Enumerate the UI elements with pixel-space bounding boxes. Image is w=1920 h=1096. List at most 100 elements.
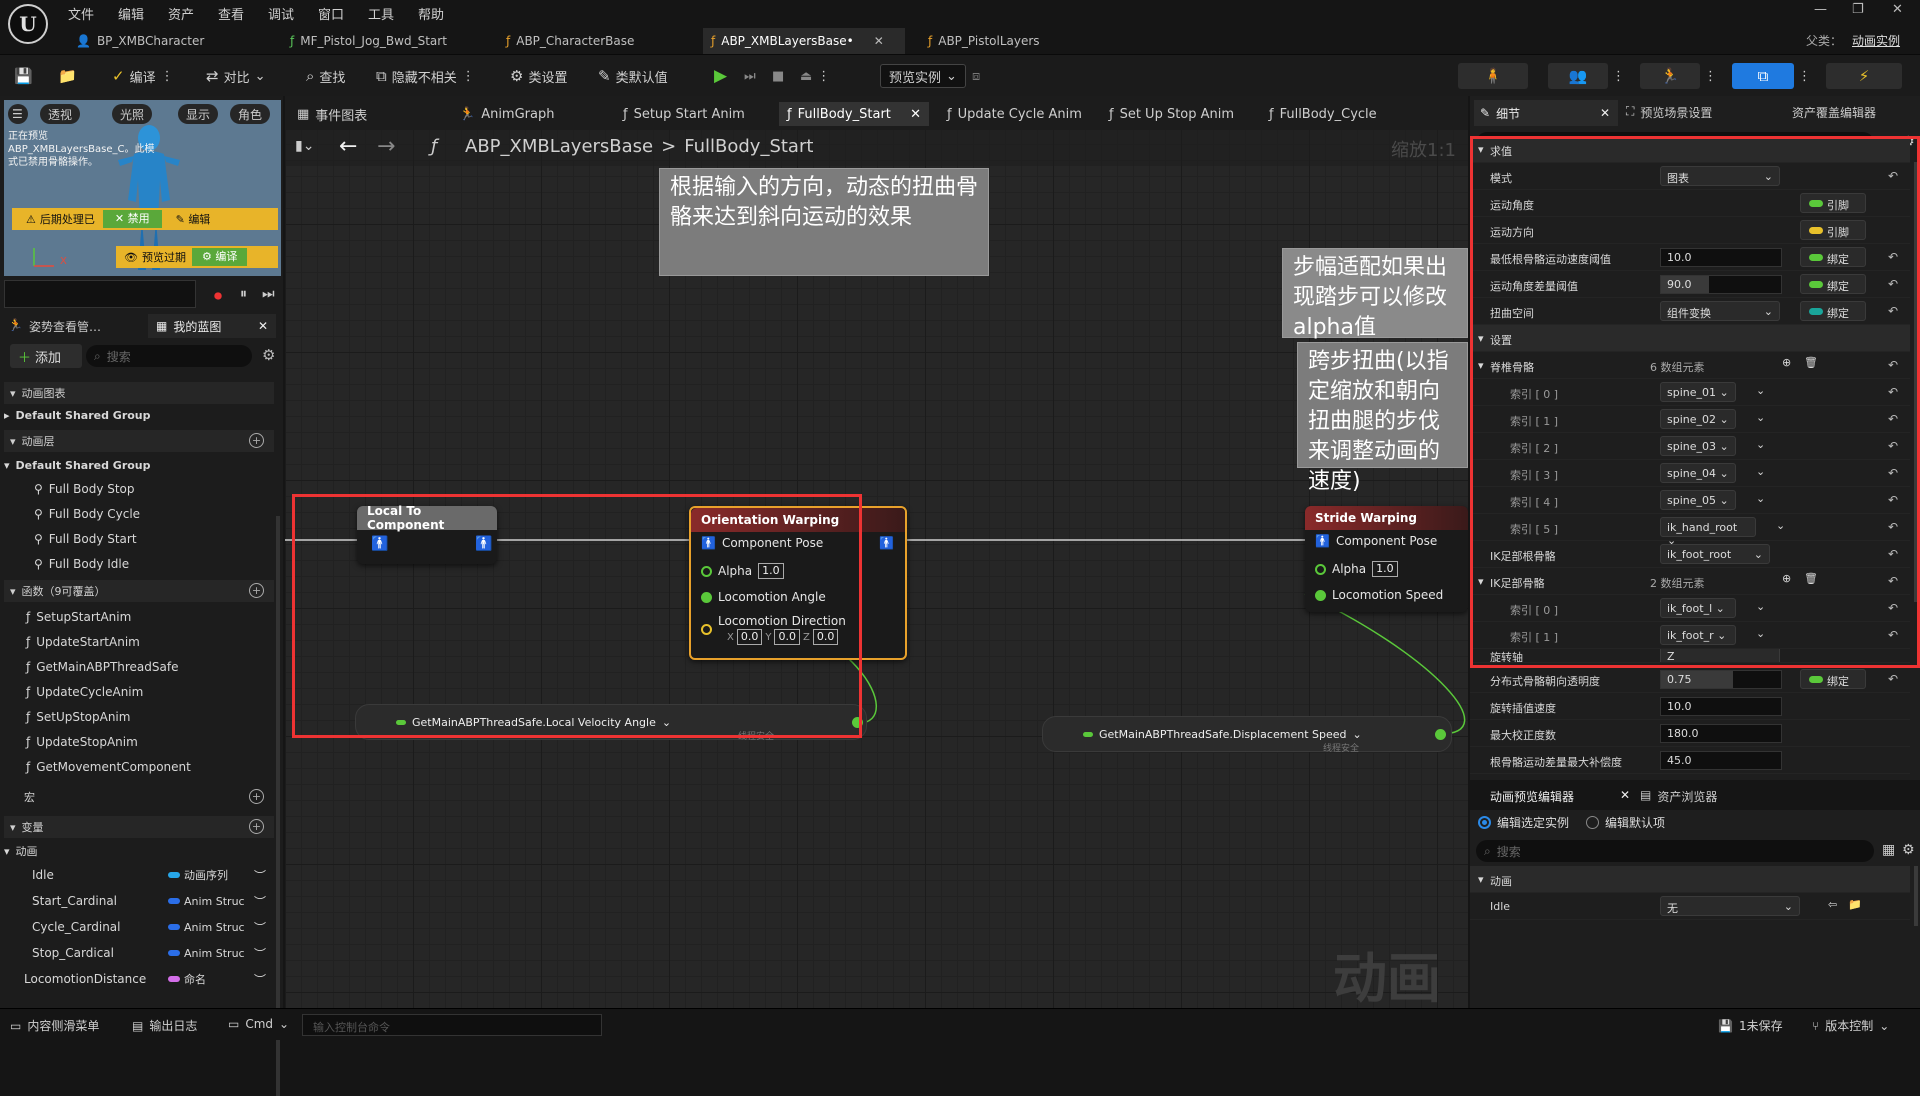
doc-tab-bp-xmbcharacter[interactable]: 👤 BP_XMBCharacter: [68, 28, 212, 54]
table-view-icon[interactable]: ▦: [1882, 842, 1895, 858]
timeline-bar[interactable]: [4, 280, 196, 308]
perspective-button[interactable]: 透视: [40, 104, 81, 124]
menu-edit[interactable]: 编辑: [118, 4, 144, 23]
add-layer-icon[interactable]: +: [249, 433, 264, 448]
section-variables[interactable]: ▾ 变量 +: [4, 816, 274, 838]
class-settings-button[interactable]: ⚙ 类设置: [510, 65, 567, 87]
reset-icon[interactable]: ↶: [1888, 672, 1898, 686]
alpha-pin[interactable]: Alpha 1.0: [1315, 561, 1398, 577]
settings-gear-icon[interactable]: ⚙: [262, 346, 275, 364]
radio-edit-selected[interactable]: 编辑选定实例: [1478, 814, 1569, 831]
disable-button[interactable]: ✕ 禁用: [102, 210, 162, 228]
graph-editor[interactable]: ▦ 事件图表 🏃 AnimGraph ƒ Setup Start Anim ƒ Full…: [285, 96, 1468, 1008]
layer-item[interactable]: ⚲ Full Body Cycle: [4, 503, 274, 525]
variable-item[interactable]: Idle 动画序列 ︶: [4, 864, 274, 886]
console-input[interactable]: 输入控制台命令: [302, 1014, 602, 1036]
eye-closed-icon[interactable]: ︶: [254, 867, 266, 884]
menu-asset[interactable]: 资产: [168, 4, 194, 23]
function-item[interactable]: ƒ GetMovementComponent: [4, 756, 274, 778]
output-pin-icon[interactable]: [1435, 729, 1446, 740]
animation-options[interactable]: ⋮: [1704, 65, 1717, 87]
function-item[interactable]: ƒ SetUpStopAnim: [4, 706, 274, 728]
menu-debug[interactable]: 调试: [268, 4, 294, 23]
skeleton-mode-button[interactable]: 🧍: [1458, 63, 1528, 89]
alpha-value-input[interactable]: 1.0: [1372, 561, 1398, 577]
eye-closed-icon[interactable]: ︶: [254, 919, 266, 936]
section-anim-graphs[interactable]: ▾ 动画图表: [4, 382, 274, 404]
doc-tab-abp-xmblayersbase[interactable]: ƒ ABP_XMBLayersBase• ✕: [703, 28, 905, 54]
idle-asset-dropdown[interactable]: 无 ⌄: [1660, 896, 1800, 916]
preview-scrollbar[interactable]: [1914, 866, 1918, 926]
eject-button[interactable]: ⏏ ⋮: [800, 65, 830, 87]
variable-item[interactable]: LocomotionDistance 命名 ︶: [4, 968, 274, 990]
record-icon[interactable]: ⏺: [214, 286, 222, 306]
pose-output-pin-icon[interactable]: 🚹: [879, 536, 894, 550]
minimize-icon[interactable]: —: [1814, 2, 1827, 17]
doc-tab-abp-pistollayers[interactable]: ƒ ABP_PistolLayers: [920, 28, 1048, 54]
menu-window[interactable]: 窗口: [318, 4, 344, 23]
viewport-menu-icon[interactable]: ☰: [8, 104, 28, 124]
layer-item[interactable]: ⚲ Full Body Start: [4, 528, 274, 550]
animation-mode-button[interactable]: 🏃: [1640, 63, 1700, 89]
node-stride-warping[interactable]: Stride Warping 🚹 Component Pose Alpha 1.0 …: [1305, 506, 1468, 612]
parent-class-link[interactable]: 动画实例: [1852, 32, 1900, 49]
class-defaults-button[interactable]: ✎ 类默认值: [598, 65, 668, 87]
menu-view[interactable]: 查看: [218, 4, 244, 23]
settings-gear-icon[interactable]: ⚙: [1902, 842, 1915, 858]
close-tab-icon[interactable]: ✕: [258, 319, 268, 333]
close-window-icon[interactable]: ✕: [1892, 2, 1903, 17]
tab-asset-browser[interactable]: ▤ 资产浏览器: [1640, 788, 1717, 805]
close-tab-icon[interactable]: ✕: [1620, 788, 1630, 805]
variable-item[interactable]: Start_Cardinal Anim Struc ︶: [4, 890, 274, 912]
tab-details[interactable]: ✎ 细节 ✕: [1474, 100, 1618, 126]
section-functions[interactable]: ▾ 函数（9可覆盖） +: [4, 580, 274, 602]
eye-closed-icon[interactable]: ︶: [254, 945, 266, 962]
function-item[interactable]: ƒ UpdateStartAnim: [4, 631, 274, 653]
next-frame-icon[interactable]: ⏭: [262, 286, 275, 302]
doc-tab-abp-characterbase[interactable]: ƒ ABP_CharacterBase: [498, 28, 642, 54]
dist-alpha-input[interactable]: 0.75: [1660, 670, 1782, 689]
debug-filter-button[interactable]: ⧈: [972, 65, 980, 87]
tab-asset-override[interactable]: 资产覆盖编辑器: [1792, 104, 1876, 121]
tab-my-blueprint[interactable]: ▦ 我的蓝图 ✕: [148, 314, 276, 338]
menu-tools[interactable]: 工具: [368, 4, 394, 23]
layer-item[interactable]: ⚲ Full Body Idle: [4, 553, 274, 575]
close-tab-icon[interactable]: ✕: [1600, 106, 1610, 120]
blueprint-options[interactable]: ⋮: [1798, 65, 1811, 87]
section-anim-layers[interactable]: ▾ 动画层 +: [4, 430, 274, 452]
blueprint-search-input[interactable]: ⌕ 搜索: [86, 345, 252, 367]
function-item[interactable]: ƒ UpdateCycleAnim: [4, 681, 274, 703]
variable-category-anim[interactable]: ▾ 动画: [4, 840, 274, 862]
cmd-dropdown[interactable]: ▭ Cmd ⌄: [228, 1017, 289, 1031]
anim-preview-search-input[interactable]: ⌕ 搜索: [1476, 840, 1874, 862]
add-variable-icon[interactable]: +: [249, 819, 264, 834]
blueprint-mode-button[interactable]: ⧉: [1732, 63, 1794, 89]
add-function-icon[interactable]: +: [249, 583, 264, 598]
close-tab-icon[interactable]: ✕: [874, 34, 884, 48]
tab-pose-watch[interactable]: 🏃 姿势查看管…: [8, 318, 101, 335]
doc-tab-mf-pistol[interactable]: ƒ MF_Pistol_Jog_Bwd_Start: [282, 28, 455, 54]
radio-edit-default[interactable]: 编辑默认项: [1586, 814, 1665, 831]
unreal-logo-icon[interactable]: U: [8, 4, 48, 44]
group-layer-default[interactable]: ▾ Default Shared Group: [4, 454, 274, 476]
group-default-shared[interactable]: ▸ Default Shared Group: [4, 404, 274, 426]
eye-closed-icon[interactable]: ︶: [254, 893, 266, 910]
physics-mode-button[interactable]: ⚡: [1826, 63, 1902, 89]
mesh-options[interactable]: ⋮: [1612, 65, 1625, 87]
tab-anim-preview[interactable]: 动画预览编辑器 ✕: [1490, 788, 1630, 805]
preview-instance-dropdown[interactable]: 预览实例 ⌄: [880, 64, 966, 88]
add-button[interactable]: ＋添加: [10, 344, 82, 368]
function-item[interactable]: ƒ SetupStartAnim: [4, 606, 274, 628]
tab-preview-scene[interactable]: ⛶ 预览场景设置: [1626, 104, 1712, 121]
stop-button[interactable]: ■: [772, 65, 784, 87]
section-macros[interactable]: 宏 +: [4, 786, 274, 808]
function-item[interactable]: ƒ GetMainABPThreadSafe: [4, 656, 274, 678]
locomotion-speed-pin[interactable]: Locomotion Speed: [1315, 588, 1443, 602]
find-button[interactable]: ⌕ 查找: [306, 65, 345, 87]
pause-icon[interactable]: ⏸: [240, 286, 247, 302]
layer-item[interactable]: ⚲ Full Body Stop: [4, 478, 274, 500]
root-max-input[interactable]: 45.0: [1660, 751, 1782, 770]
browse-button[interactable]: 📁: [58, 65, 77, 87]
hide-unrelated-button[interactable]: ⧉ 隐藏不相关 ⋮: [376, 65, 475, 87]
menu-file[interactable]: 文件: [68, 4, 94, 23]
